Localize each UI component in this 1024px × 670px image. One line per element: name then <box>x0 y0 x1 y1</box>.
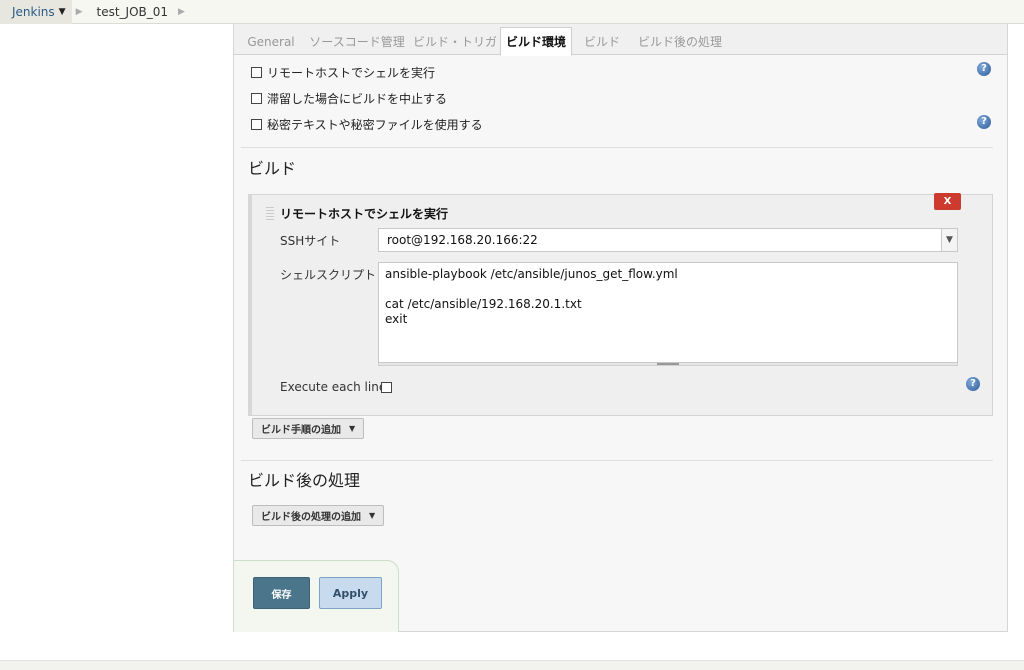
delete-step-button[interactable]: X <box>934 193 961 210</box>
breadcrumb-jenkins-label[interactable]: Jenkins <box>12 5 55 19</box>
chevron-down-icon[interactable]: ▼ <box>59 7 66 17</box>
tab-post-build[interactable]: ビルド後の処理 <box>636 28 724 55</box>
ssh-site-label: SSHサイト <box>280 234 341 248</box>
tab-build[interactable]: ビルド <box>580 28 624 55</box>
chevron-down-icon[interactable]: ▼ <box>941 229 957 251</box>
resize-grip-icon[interactable] <box>657 363 679 365</box>
breadcrumb-job-label[interactable]: test_JOB_01 <box>97 5 169 19</box>
post-build-section-heading: ビルド後の処理 <box>248 471 361 490</box>
page-footer <box>0 660 1024 670</box>
tab-build-triggers[interactable]: ビルド・トリガ <box>413 28 497 55</box>
add-post-build-action-label: ビルド後の処理の追加 <box>261 512 361 523</box>
env-option-abort-stuck[interactable]: 滞留した場合にビルドを中止する <box>251 90 447 107</box>
chevron-right-icon: ▶ <box>178 6 185 17</box>
env-option-secret-files[interactable]: 秘密テキストや秘密ファイルを使用する <box>251 116 483 133</box>
env-option-remote-shell[interactable]: リモートホストでシェルを実行 <box>251 64 435 81</box>
tab-general[interactable]: General <box>240 28 302 55</box>
env-option-label: リモートホストでシェルを実行 <box>267 66 436 80</box>
build-section-heading: ビルド <box>248 159 297 178</box>
help-icon[interactable]: ? <box>977 115 991 129</box>
execute-each-line-checkbox[interactable] <box>381 382 392 393</box>
apply-button[interactable]: Apply <box>319 577 382 609</box>
breadcrumb-jenkins[interactable]: Jenkins ▼ <box>0 0 72 24</box>
help-icon[interactable]: ? <box>966 377 980 391</box>
shell-script-label: シェルスクリプト <box>280 268 377 282</box>
breadcrumb-job[interactable]: test_JOB_01 <box>87 0 175 24</box>
build-step-remote-shell: リモートホストでシェルを実行 X SSHサイト root@192.168.20.… <box>248 193 993 416</box>
chevron-down-icon: ▼ <box>349 424 356 433</box>
section-divider <box>241 147 993 148</box>
drag-handle-icon[interactable] <box>266 207 274 220</box>
execute-each-line-label: Execute each line <box>280 380 387 394</box>
ssh-site-select[interactable]: root@192.168.20.166:22 ▼ <box>378 228 958 252</box>
help-icon[interactable]: ? <box>977 62 991 76</box>
abort-stuck-checkbox[interactable] <box>251 93 262 104</box>
tab-scm[interactable]: ソースコード管理 <box>308 28 406 55</box>
build-step-title: リモートホストでシェルを実行 <box>280 207 449 221</box>
textarea-resize-bar[interactable] <box>378 363 958 366</box>
form-actions-bar: 保存 Apply <box>234 560 399 632</box>
save-button[interactable]: 保存 <box>253 577 310 609</box>
section-divider <box>241 460 993 461</box>
remote-shell-checkbox[interactable] <box>251 67 262 78</box>
secret-files-checkbox[interactable] <box>251 119 262 130</box>
breadcrumb: Jenkins ▼ ▶ test_JOB_01 ▶ <box>0 0 1024 24</box>
ssh-site-value: root@192.168.20.166:22 <box>387 233 538 247</box>
chevron-right-icon: ▶ <box>75 6 83 17</box>
add-post-build-action-button[interactable]: ビルド後の処理の追加 ▼ <box>252 505 385 526</box>
env-option-label: 滞留した場合にビルドを中止する <box>267 92 448 106</box>
add-build-step-button[interactable]: ビルド手順の追加 ▼ <box>252 418 365 439</box>
tab-build-environment[interactable]: ビルド環境 <box>500 27 572 56</box>
config-tabbar: General ソースコード管理 ビルド・トリガ ビルド環境 ビルド ビルド後の… <box>234 24 1007 56</box>
add-build-step-label: ビルド手順の追加 <box>261 425 341 436</box>
chevron-down-icon: ▼ <box>369 511 376 520</box>
config-panel: General ソースコード管理 ビルド・トリガ ビルド環境 ビルド ビルド後の… <box>233 24 1008 632</box>
env-option-label: 秘密テキストや秘密ファイルを使用する <box>267 118 483 132</box>
shell-script-textarea[interactable]: ansible-playbook /etc/ansible/junos_get_… <box>378 262 958 363</box>
